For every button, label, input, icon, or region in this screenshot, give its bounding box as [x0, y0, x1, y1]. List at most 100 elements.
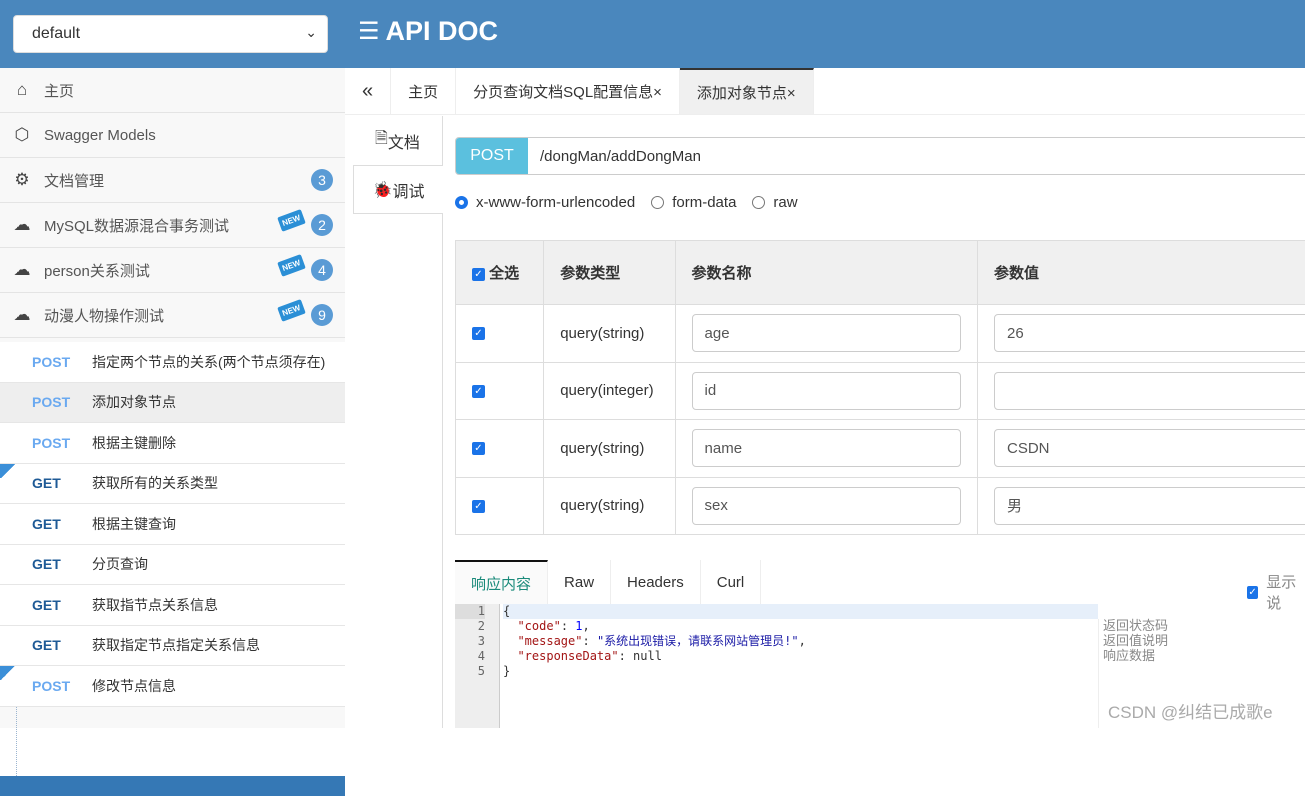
- doc-settings-icon: ⚙: [10, 170, 34, 190]
- url-input[interactable]: /dongMan/addDongMan: [528, 138, 1305, 174]
- menu-indent-icon: ☰: [358, 17, 380, 46]
- count-badge: 9: [311, 304, 333, 326]
- count-badge: 3: [311, 169, 333, 191]
- api-item[interactable]: GET分页查询: [0, 545, 345, 586]
- method-label: POST: [32, 678, 92, 694]
- param-name-input[interactable]: name: [692, 429, 961, 467]
- show-description-checkbox[interactable]: ✓: [1247, 586, 1258, 599]
- request-url-bar: POST /dongMan/addDongMan: [455, 137, 1305, 175]
- menu-label: MySQL数据源混合事务测试: [44, 215, 229, 236]
- sidebar-menu-item[interactable]: ⌂主页: [0, 68, 345, 113]
- header-value: 参数值: [978, 241, 1305, 305]
- new-tag: NEW: [278, 299, 306, 322]
- param-row: ✓ query(string) name CSDN: [456, 420, 1305, 478]
- param-name-input[interactable]: age: [692, 314, 961, 352]
- group-select[interactable]: default⌄: [13, 15, 328, 53]
- param-checkbox[interactable]: ✓: [472, 385, 485, 398]
- count-badge: 2: [311, 214, 333, 236]
- api-item[interactable]: GET获取所有的关系类型: [0, 464, 345, 505]
- tab-debug-label: 调试: [392, 178, 424, 202]
- cloud-api-icon: ☁: [10, 260, 34, 280]
- api-item[interactable]: GET获取指节点关系信息: [0, 585, 345, 626]
- method-label: GET: [32, 637, 92, 653]
- api-item[interactable]: POST指定两个节点的关系(两个节点须存在): [0, 342, 345, 383]
- response-tabs: 响应内容 Raw Headers Curl: [455, 560, 1305, 604]
- param-type: query(integer): [544, 362, 675, 420]
- watermark: CSDN @纠结已成歌e: [1108, 698, 1273, 723]
- param-checkbox[interactable]: ✓: [472, 500, 485, 513]
- home-icon: ⌂: [10, 80, 34, 100]
- tab-debug[interactable]: 🐞调试: [353, 165, 443, 214]
- tab-curl[interactable]: Curl: [701, 560, 762, 604]
- sidebar-menu-item[interactable]: ☁ 动漫人物操作测试 NEW9: [0, 293, 345, 338]
- api-label: 获取所有的关系类型: [92, 473, 218, 493]
- param-row: ✓ query(string) age 26: [456, 305, 1305, 363]
- sidebar-menu-item[interactable]: ☁ MySQL数据源混合事务测试 NEW2: [0, 203, 345, 248]
- method-label: POST: [32, 394, 92, 410]
- api-label: 获取指定节点指定关系信息: [92, 635, 260, 655]
- method-label: GET: [32, 597, 92, 613]
- tab-raw[interactable]: Raw: [548, 560, 611, 604]
- api-label: 修改节点信息: [92, 676, 176, 696]
- method-label: GET: [32, 556, 92, 572]
- api-item[interactable]: POST根据主键删除: [0, 423, 345, 464]
- menu-label: 动漫人物操作测试: [44, 305, 164, 326]
- cloud-api-icon: ☁: [10, 215, 34, 235]
- api-label: 根据主键删除: [92, 433, 176, 453]
- tab-doc-label: 文档: [388, 129, 420, 153]
- sidebar-menu-item[interactable]: ⬡ Swagger Models: [0, 113, 345, 158]
- param-value-input[interactable]: 26: [994, 314, 1305, 352]
- select-all-checkbox[interactable]: ✓: [472, 268, 485, 281]
- param-checkbox[interactable]: ✓: [472, 442, 485, 455]
- tab-headers[interactable]: Headers: [611, 560, 701, 604]
- menu-label: 文档管理: [44, 170, 104, 191]
- method-badge: POST: [456, 138, 528, 174]
- param-type: query(string): [544, 420, 675, 478]
- param-value-input[interactable]: [994, 372, 1305, 410]
- api-item[interactable]: POST修改节点信息: [0, 666, 345, 707]
- param-name-input[interactable]: id: [692, 372, 961, 410]
- method-label: POST: [32, 435, 92, 451]
- tab-home[interactable]: 主页: [391, 68, 456, 114]
- api-item[interactable]: GET获取指定节点指定关系信息: [0, 626, 345, 667]
- json-code: { "code": 1, "message": "系统出现错误，请联系网站管理员…: [503, 604, 1098, 679]
- radio-form-data[interactable]: form-data: [651, 194, 736, 211]
- select-all-header[interactable]: ✓ 全选: [456, 241, 544, 305]
- method-label: POST: [32, 354, 92, 370]
- sidebar-footer: [0, 776, 345, 796]
- menu-label: Swagger Models: [44, 127, 156, 144]
- tab-paging-doc[interactable]: 分页查询文档SQL配置信息×: [456, 68, 680, 114]
- cloud-api-icon: ☁: [10, 305, 34, 325]
- sidebar-menu-item[interactable]: ☁person关系测试NEW4: [0, 248, 345, 293]
- new-tag: NEW: [278, 209, 306, 232]
- api-item[interactable]: POST添加对象节点: [0, 383, 345, 424]
- header-type: 参数类型: [544, 241, 675, 305]
- params-table: ✓ 全选 参数类型 参数名称 参数值 ✓ query(string) age 2…: [455, 240, 1305, 535]
- new-corner-tag: [0, 464, 16, 478]
- param-name-input[interactable]: sex: [692, 487, 961, 525]
- collapse-tabs-button[interactable]: «: [345, 68, 391, 114]
- content-type-radios: x-www-form-urlencoded form-data raw: [455, 194, 798, 211]
- menu-label: person关系测试: [44, 260, 150, 281]
- param-value-input[interactable]: CSDN: [994, 429, 1305, 467]
- radio-raw[interactable]: raw: [752, 194, 797, 211]
- tab-add-node[interactable]: 添加对象节点×: [680, 68, 814, 114]
- header-name: 参数名称: [675, 241, 977, 305]
- sidebar: ⌂主页 ⬡ Swagger Models ⚙ 文档管理 3 ☁ MySQL数据源混合事务测试 N…: [0, 68, 345, 728]
- sidebar-menu-item[interactable]: ⚙ 文档管理 3: [0, 158, 345, 203]
- radio-urlencoded[interactable]: x-www-form-urlencoded: [455, 194, 635, 211]
- tab-doc[interactable]: 🗎文档: [353, 116, 443, 165]
- api-item[interactable]: GET根据主键查询: [0, 504, 345, 545]
- app-logo: ☰API DOC: [358, 16, 498, 47]
- divider: [442, 213, 443, 728]
- tab-bar: « 主页 分页查询文档SQL配置信息× 添加对象节点×: [345, 68, 1305, 115]
- api-label: 指定两个节点的关系(两个节点须存在): [92, 352, 325, 372]
- param-checkbox[interactable]: ✓: [472, 327, 485, 340]
- param-type: query(string): [544, 477, 675, 535]
- tab-response-content[interactable]: 响应内容: [455, 560, 548, 604]
- new-tag: NEW: [278, 254, 306, 277]
- chevron-down-icon: ⌄: [305, 24, 317, 41]
- param-value-input[interactable]: 男: [994, 487, 1305, 525]
- models-icon: ⬡: [10, 125, 34, 145]
- line-gutter: 1 2 3 4 5: [455, 604, 500, 728]
